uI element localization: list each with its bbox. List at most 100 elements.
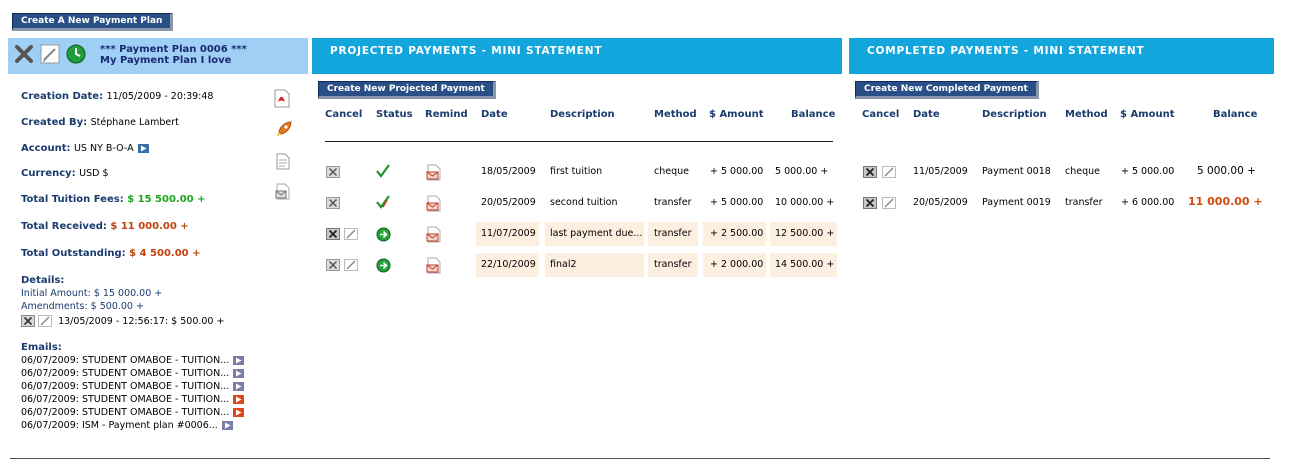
cancel-completed-icon[interactable] <box>863 166 877 178</box>
email-item[interactable]: 06/07/2009: STUDENT OMABOE - TUITION... <box>21 368 245 379</box>
email-pending-icon[interactable] <box>233 408 245 417</box>
col-date: Date <box>481 109 508 120</box>
creation-date-value: 11/05/2009 - 20:39:48 <box>106 91 214 102</box>
remind-email-icon[interactable] <box>426 257 442 274</box>
row-method: transfer <box>654 197 692 208</box>
paid-check-icon[interactable] <box>375 195 391 209</box>
col-balance: Balance <box>791 109 836 120</box>
created-by-row: Created By: Stéphane Lambert <box>21 117 179 128</box>
completed-col-cancel: Cancel <box>862 109 900 120</box>
amendment-item: 13/05/2009 - 12:56:17: $ 500.00 + <box>21 315 224 327</box>
row-method: transfer <box>654 259 692 270</box>
row-method: cheque <box>654 166 689 177</box>
completed-section-header: COMPLETED PAYMENTS - MINI STATEMENT <box>849 38 1274 74</box>
mark-paid-icon[interactable] <box>376 227 391 242</box>
row-description: second tuition <box>550 197 618 208</box>
email-sent-icon[interactable] <box>233 356 245 365</box>
row-description: first tuition <box>550 166 603 177</box>
currency-value: USD $ <box>79 168 109 179</box>
outstanding-value: $ 4 500.00 + <box>129 248 201 259</box>
create-projected-payment-button[interactable]: Create New Projected Payment <box>318 81 496 99</box>
mark-paid-icon[interactable] <box>376 258 391 273</box>
email-item[interactable]: 06/07/2009: ISM - Payment plan #0006... <box>21 420 233 431</box>
row-amount: + 5 000.00 <box>1121 166 1175 177</box>
amendment-text: 13/05/2009 - 12:56:17: $ 500.00 + <box>58 315 225 327</box>
email-text: 06/07/2009: STUDENT OMABOE - TUITION... <box>21 407 230 418</box>
received-value: $ 11 000.00 + <box>110 221 189 232</box>
details-label: Details: <box>21 275 65 286</box>
completed-col-method: Method <box>1065 109 1108 120</box>
amendments: Amendments: $ 500.00 + <box>21 301 144 312</box>
remind-email-icon[interactable] <box>426 226 442 243</box>
cancel-payment-icon[interactable] <box>326 259 340 271</box>
remind-email-icon[interactable] <box>426 164 442 181</box>
outstanding-row: Total Outstanding: $ 4 500.00 + <box>21 248 200 259</box>
edit-payment-icon[interactable] <box>344 259 358 271</box>
delete-amendment-icon[interactable] <box>21 315 35 327</box>
edit-payment-icon[interactable] <box>344 228 358 240</box>
col-method: Method <box>654 109 697 120</box>
rocket-icon[interactable] <box>274 120 293 139</box>
outstanding-label: Total Outstanding: <box>21 248 126 259</box>
row-balance: 5 000.00 + <box>1197 165 1256 177</box>
pdf-icon[interactable] <box>274 89 290 108</box>
edit-completed-icon[interactable] <box>882 166 896 178</box>
tuition-label: Total Tuition Fees: <box>21 194 124 205</box>
email-item[interactable]: 06/07/2009: STUDENT OMABOE - TUITION... <box>21 381 245 392</box>
row-balance: 11 000.00 + <box>1188 195 1263 208</box>
email-item[interactable]: 06/07/2009: STUDENT OMABOE - TUITION... <box>21 355 245 366</box>
email-sent-icon[interactable] <box>233 369 245 378</box>
row-balance: 14 500.00 + <box>775 259 835 270</box>
cancel-completed-icon[interactable] <box>863 197 877 209</box>
completed-col-balance: Balance <box>1213 109 1258 120</box>
email-item[interactable]: 06/07/2009: STUDENT OMABOE - TUITION... <box>21 407 245 418</box>
create-completed-payment-button[interactable]: Create New Completed Payment <box>855 81 1039 99</box>
edit-icon[interactable] <box>40 44 60 64</box>
cancel-payment-icon[interactable] <box>326 228 340 240</box>
tuition-value: $ 15 500.00 + <box>127 194 206 205</box>
footer-divider <box>10 458 1270 459</box>
row-amount: + 2 500.00 <box>710 228 764 239</box>
col-status: Status <box>376 109 413 120</box>
create-payment-plan-button[interactable]: Create A New Payment Plan <box>12 13 174 31</box>
document-icon[interactable] <box>276 153 290 170</box>
email-pending-icon[interactable] <box>233 395 245 404</box>
projected-header-divider <box>325 141 833 142</box>
row-balance: 10 000.00 + <box>775 197 835 208</box>
col-amount: $ Amount <box>709 109 764 120</box>
row-description: last payment due... <box>550 228 643 239</box>
created-by-label: Created By: <box>21 117 88 128</box>
edit-amendment-icon[interactable] <box>38 315 53 327</box>
clock-icon[interactable] <box>66 44 86 64</box>
account-link-icon[interactable] <box>138 143 150 153</box>
row-method: cheque <box>1065 166 1100 177</box>
row-method: transfer <box>1065 197 1103 208</box>
row-description: Payment 0018 <box>982 166 1051 177</box>
row-amount: + 5 000.00 <box>710 197 764 208</box>
row-amount: + 2 000.00 <box>710 259 764 270</box>
tuition-row: Total Tuition Fees: $ 15 500.00 + <box>21 194 205 205</box>
row-balance: 12 500.00 + <box>775 228 835 239</box>
row-date: 22/10/2009 <box>481 259 536 270</box>
initial-amount: Initial Amount: $ 15 000.00 + <box>21 288 163 299</box>
remind-email-icon[interactable] <box>426 195 442 212</box>
cancel-payment-icon[interactable] <box>326 197 340 209</box>
paid-check-icon[interactable] <box>375 164 391 178</box>
col-remind: Remind <box>425 109 468 120</box>
email-document-icon[interactable] <box>275 183 291 200</box>
delete-icon[interactable] <box>14 44 34 64</box>
email-sent-icon[interactable] <box>233 382 245 391</box>
email-text: 06/07/2009: STUDENT OMABOE - TUITION... <box>21 381 230 392</box>
row-description: final2 <box>550 259 577 270</box>
row-balance: 5 000.00 + <box>775 166 829 177</box>
currency-row: Currency: USD $ <box>21 168 109 179</box>
edit-completed-icon[interactable] <box>882 197 896 209</box>
col-cancel: Cancel <box>325 109 363 120</box>
received-label: Total Received: <box>21 221 107 232</box>
cancel-payment-icon[interactable] <box>326 166 340 178</box>
completed-col-date: Date <box>913 109 940 120</box>
creation-date-row: Creation Date: 11/05/2009 - 20:39:48 <box>21 91 213 102</box>
email-item[interactable]: 06/07/2009: STUDENT OMABOE - TUITION... <box>21 394 245 405</box>
email-sent-icon[interactable] <box>221 421 233 430</box>
emails-label: Emails: <box>21 342 62 353</box>
